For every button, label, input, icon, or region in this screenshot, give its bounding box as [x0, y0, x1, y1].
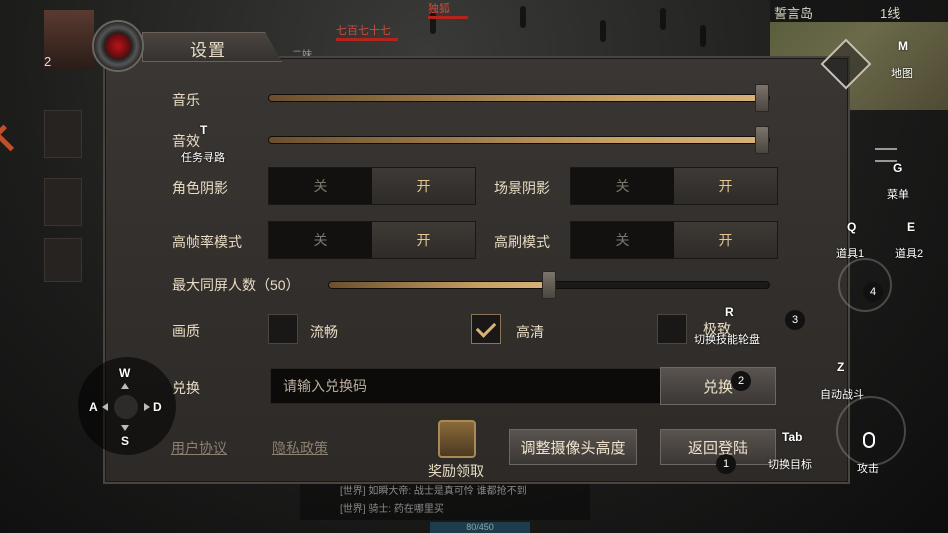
task-hotkey-label: 任务寻路	[181, 152, 225, 164]
scene-shadow-off[interactable]: 关	[571, 168, 674, 204]
dpad-up-arrow-icon	[121, 383, 129, 389]
high-fps-toggle[interactable]: 关 开	[268, 221, 476, 259]
max-players-slider-knob[interactable]	[542, 271, 556, 299]
music-label: 音乐	[172, 92, 200, 108]
scene-figure	[520, 6, 526, 28]
chat-line: [世界] 骑士: 药在哪里买	[340, 504, 444, 515]
user-agreement-link[interactable]: 用户协议	[171, 438, 227, 458]
minimap-header: 誓言岛 1线	[770, 0, 948, 22]
attack-hotkey-label: 攻击	[857, 463, 879, 475]
npc-nameplate: 七百七十七	[336, 22, 398, 41]
npc-name: 七百七十七	[336, 25, 391, 37]
scene-figure	[700, 25, 706, 47]
boss-hp-bar	[428, 16, 468, 19]
max-players-slider[interactable]	[328, 271, 770, 299]
npc-hp-bar	[336, 38, 398, 41]
map-hotkey-label: 地图	[891, 68, 913, 80]
server-line: 1线	[880, 6, 901, 21]
sfx-slider[interactable]	[268, 126, 770, 154]
target-hotkey-label: 切换目标	[768, 459, 812, 471]
scene-shadow-label: 场景阴影	[494, 180, 550, 196]
settings-dialog	[103, 56, 850, 484]
menu-icon[interactable]	[875, 148, 897, 162]
item2-hotkey: E	[907, 220, 916, 234]
quality-hd-checkbox[interactable]	[471, 314, 501, 344]
redeem-button[interactable]: 兑换	[660, 367, 776, 405]
target-hotkey: Tab	[782, 430, 803, 444]
task-hotkey: T	[200, 123, 208, 137]
music-slider[interactable]	[268, 84, 770, 112]
player-avatar[interactable]	[44, 10, 94, 70]
scene-shadow-on[interactable]: 开	[674, 168, 777, 204]
mouse-icon	[863, 432, 875, 448]
skill-badge-4: 4	[863, 282, 883, 302]
boss-name: 独狐	[428, 3, 450, 15]
char-shadow-label: 角色阴影	[172, 180, 228, 196]
high-fps-label: 高帧率模式	[172, 234, 242, 250]
max-players-label: 最大同屏人数（50）	[172, 277, 300, 293]
high-fps-on[interactable]: 开	[372, 222, 475, 258]
sfx-label: 音效	[172, 133, 200, 149]
dpad-left-key: A	[89, 400, 98, 414]
player-level-badge: 2	[44, 54, 52, 69]
skill-wheel-hotkey-label: 切换技能轮盘	[694, 334, 760, 346]
quality-ultra-checkbox[interactable]	[657, 314, 687, 344]
exp-bar: 80/450	[430, 522, 530, 533]
high-refresh-off[interactable]: 关	[571, 222, 674, 258]
dpad-center[interactable]	[114, 395, 138, 419]
high-refresh-label: 高刷模式	[494, 234, 550, 250]
dpad-up-key: W	[119, 366, 131, 380]
skill-wheel-hotkey: R	[725, 305, 734, 319]
quality-hd-label: 高清	[516, 324, 544, 340]
music-slider-fill	[269, 95, 769, 101]
sfx-slider-fill	[269, 137, 769, 143]
chat-box[interactable]: [世界] 如瞬大帝: 战士是真可怜 谁都抢不到 [世界] 骑士: 药在哪里买	[300, 478, 590, 520]
left-skill-slot[interactable]	[44, 110, 82, 158]
settings-title: 设置	[190, 41, 226, 60]
left-skill-slot[interactable]	[44, 178, 82, 226]
high-refresh-on[interactable]: 开	[674, 222, 777, 258]
auto-battle-hotkey: Z	[837, 360, 845, 374]
reward-label[interactable]: 奖励领取	[428, 461, 484, 481]
quality-smooth-label: 流畅	[310, 324, 338, 340]
quality-smooth-checkbox[interactable]	[268, 314, 298, 344]
char-shadow-on[interactable]: 开	[372, 168, 475, 204]
left-skill-slot[interactable]	[44, 238, 82, 282]
menu-hotkey-label: 菜单	[887, 189, 909, 201]
checkmark-icon	[475, 317, 497, 338]
item2-hotkey-label: 道具2	[895, 248, 924, 260]
scene-shadow-toggle[interactable]: 关 开	[570, 167, 778, 205]
skill-badge-3: 3	[785, 310, 805, 330]
treasure-chest-icon[interactable]	[438, 420, 476, 458]
scene-figure	[600, 20, 606, 42]
skill-badge-2: 2	[731, 371, 751, 391]
dpad-down-arrow-icon	[121, 425, 129, 431]
redeem-label: 兑换	[172, 380, 200, 396]
dpad-left-arrow-icon	[102, 403, 108, 411]
menu-hotkey: G	[893, 161, 903, 175]
sfx-slider-knob[interactable]	[755, 126, 769, 154]
item1-hotkey: Q	[847, 220, 857, 234]
privacy-policy-link[interactable]: 隐私政策	[272, 438, 328, 458]
char-shadow-toggle[interactable]: 关 开	[268, 167, 476, 205]
quality-label: 画质	[172, 323, 200, 339]
high-fps-off[interactable]: 关	[269, 222, 372, 258]
attack-button-ring[interactable]	[836, 396, 906, 466]
music-slider-knob[interactable]	[755, 84, 769, 112]
exp-text: 80/450	[466, 522, 494, 532]
dpad-right-arrow-icon	[144, 403, 150, 411]
location-name: 誓言岛	[774, 6, 814, 21]
redeem-code-input[interactable]	[270, 368, 662, 404]
high-refresh-toggle[interactable]: 关 开	[570, 221, 778, 259]
skill-badge-1: 1	[716, 454, 736, 474]
char-shadow-off[interactable]: 关	[269, 168, 372, 204]
map-hotkey: M	[898, 39, 908, 53]
dpad-down-key: S	[121, 434, 130, 448]
settings-emblem-icon	[92, 20, 144, 72]
scene-figure	[660, 8, 666, 30]
max-players-slider-fill	[329, 282, 549, 288]
boss-nameplate: 独狐	[428, 0, 468, 19]
adjust-camera-button[interactable]: 调整摄像头高度	[509, 429, 637, 465]
dpad-right-key: D	[153, 400, 162, 414]
